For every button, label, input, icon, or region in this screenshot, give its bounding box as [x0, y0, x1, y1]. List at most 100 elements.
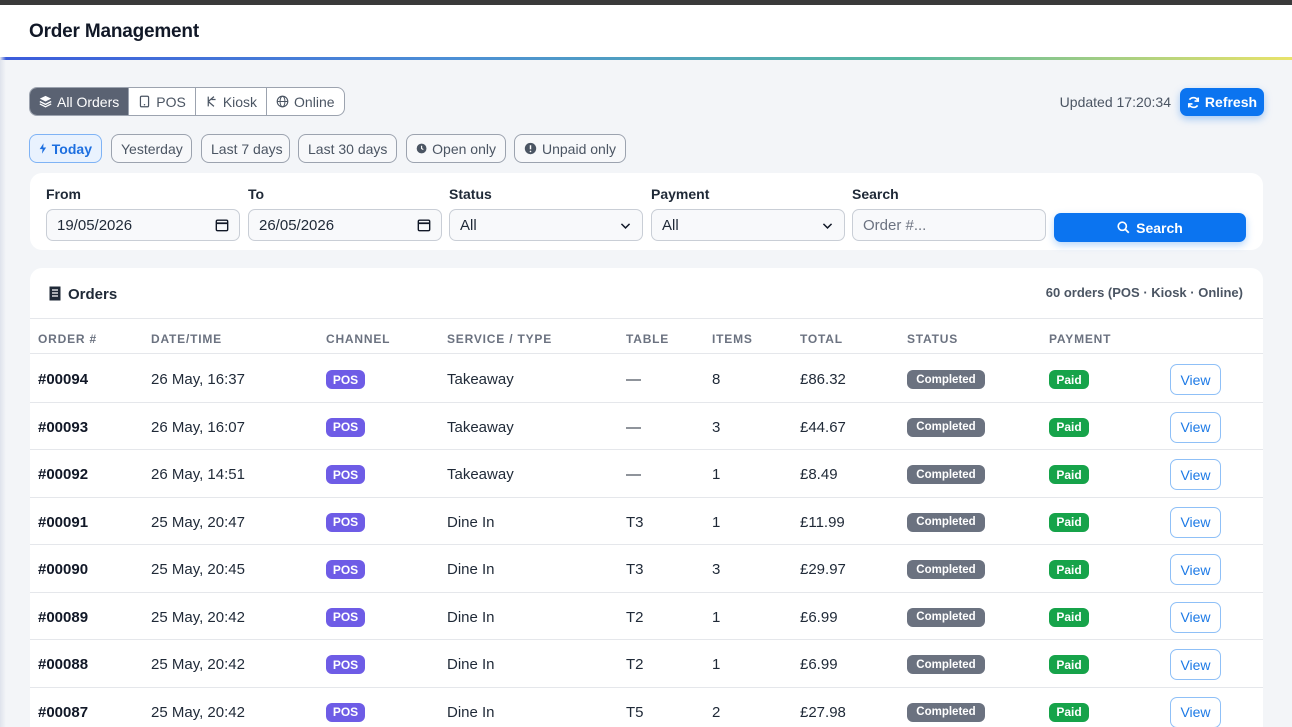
tablet-icon [140, 95, 150, 108]
table-row[interactable]: #00089 25 May, 20:42 POS Dine In T2 1 £6… [30, 593, 1263, 640]
quick-filter-last-7-days[interactable]: Last 7 days [201, 134, 290, 163]
layers-icon [39, 95, 52, 108]
column-header-table[interactable]: TABLE [626, 332, 669, 346]
table-row[interactable]: #00094 26 May, 16:37 POS Takeaway — 8 £8… [30, 355, 1263, 403]
item-count: 8 [712, 371, 721, 388]
status-badge: Completed [907, 607, 985, 627]
payment-badge: Paid [1049, 465, 1089, 484]
quick-filter-label: Last 30 days [308, 140, 388, 157]
payment-badge: Paid [1049, 417, 1089, 437]
search-button-label: Search [1136, 219, 1183, 236]
table-row[interactable]: #00091 25 May, 20:47 POS Dine In T3 1 £1… [30, 498, 1263, 545]
from-date-input[interactable]: 19/05/2026 [46, 209, 240, 241]
order-number: #00094 [38, 371, 89, 388]
order-number: #00093 [38, 418, 89, 436]
order-number: #00090 [38, 561, 89, 578]
to-label: To [248, 186, 265, 202]
search-button[interactable]: Search [1054, 213, 1246, 242]
table-row[interactable]: #00093 26 May, 16:07 POS Takeaway — 3 £4… [30, 403, 1263, 450]
channel-badge: POS [326, 512, 365, 532]
status-badge: Completed [907, 655, 985, 674]
quick-filter-label: Last 7 days [211, 140, 283, 157]
calendar-icon [215, 219, 229, 232]
chevron-down-icon [620, 222, 631, 229]
channel-badge: POS [326, 417, 365, 437]
order-total: £6.99 [800, 656, 838, 673]
item-count: 2 [712, 703, 721, 721]
table-row[interactable]: #00088 25 May, 20:42 POS Dine In T2 1 £6… [30, 640, 1263, 688]
orders-panel-header: Orders 60 orders (POS · Kiosk · Online) [30, 268, 1263, 319]
quick-filter-yesterday[interactable]: Yesterday [111, 134, 192, 163]
page-header: Order Management [0, 5, 1292, 60]
view-order-button[interactable]: View [1170, 411, 1221, 443]
channel-tab-pos[interactable]: POS [129, 88, 196, 115]
channel-tab-label: All Orders [57, 93, 120, 110]
quick-filter-open-only[interactable]: Open only [406, 134, 506, 163]
column-header-status[interactable]: STATUS [907, 332, 958, 346]
column-header-service[interactable]: SERVICE / TYPE [447, 332, 552, 346]
channel-tab-online[interactable]: Online [267, 88, 343, 115]
column-header-order[interactable]: ORDER # [38, 332, 97, 346]
service-type: Dine In [447, 561, 495, 578]
alert-icon [524, 142, 537, 155]
column-header-payment[interactable]: PAYMENT [1049, 332, 1111, 346]
kiosk-icon [207, 96, 216, 107]
order-total: £11.99 [800, 513, 845, 531]
search-input[interactable]: Order #... [852, 209, 1046, 241]
table-row[interactable]: #00092 26 May, 14:51 POS Takeaway — 1 £8… [30, 450, 1263, 498]
view-order-button[interactable]: View [1170, 554, 1221, 585]
clock-icon [416, 143, 427, 154]
search-label: Search [852, 186, 899, 202]
service-type: Dine In [447, 608, 495, 626]
page-title: Order Management [29, 21, 199, 42]
status-badge: Completed [907, 417, 985, 437]
channel-tab-all-orders[interactable]: All Orders [30, 88, 130, 115]
order-datetime: 25 May, 20:42 [151, 703, 245, 721]
column-header-datetime[interactable]: DATE/TIME [151, 332, 222, 346]
channel-badge: POS [326, 702, 365, 722]
table-row[interactable]: #00087 25 May, 20:42 POS Dine In T5 2 £2… [30, 688, 1263, 727]
from-label: From [46, 186, 81, 202]
column-header-total[interactable]: TOTAL [800, 332, 843, 346]
status-badge: Completed [907, 512, 985, 532]
status-badge: Completed [907, 465, 985, 484]
table-row[interactable]: #00090 25 May, 20:45 POS Dine In T3 3 £2… [30, 545, 1263, 593]
table-number: T3 [626, 513, 644, 531]
order-total: £44.67 [800, 418, 846, 436]
globe-icon [276, 95, 289, 108]
last-updated-text: Updated 17:20:34 [1059, 94, 1171, 110]
channel-badge: POS [326, 560, 365, 579]
quick-filter-unpaid-only[interactable]: Unpaid only [514, 134, 626, 163]
view-order-button[interactable]: View [1170, 601, 1221, 633]
quick-filter-last-30-days[interactable]: Last 30 days [298, 134, 397, 163]
payment-select[interactable]: All [651, 209, 845, 241]
from-date-value: 19/05/2026 [57, 216, 133, 234]
order-total: £27.98 [800, 703, 846, 721]
search-placeholder: Order #... [863, 216, 927, 234]
quick-filter-today[interactable]: Today [29, 134, 102, 163]
channel-tab-label: POS [156, 93, 186, 110]
channel-tab-kiosk[interactable]: Kiosk [196, 88, 268, 115]
service-type: Dine In [447, 703, 495, 721]
to-date-input[interactable]: 26/05/2026 [248, 209, 442, 241]
channel-badge: POS [326, 607, 365, 627]
channel-tab-label: Online [294, 93, 335, 110]
view-order-button[interactable]: View [1170, 364, 1221, 395]
item-count: 1 [712, 466, 721, 483]
view-order-button[interactable]: View [1170, 459, 1221, 490]
status-badge: Completed [907, 560, 985, 579]
service-type: Takeaway [447, 418, 514, 436]
status-select[interactable]: All [449, 209, 643, 241]
view-order-button[interactable]: View [1170, 506, 1221, 538]
refresh-button[interactable]: Refresh [1180, 88, 1264, 116]
table-number: — [626, 466, 641, 483]
header-accent-bar [0, 57, 1292, 60]
quick-filter-label: Open only [432, 140, 496, 157]
orders-panel: Orders 60 orders (POS · Kiosk · Online) … [30, 268, 1263, 727]
column-header-channel[interactable]: CHANNEL [326, 332, 390, 346]
view-order-button[interactable]: View [1170, 649, 1221, 680]
view-order-button[interactable]: View [1170, 696, 1221, 727]
status-label: Status [449, 186, 492, 202]
column-header-items[interactable]: ITEMS [712, 332, 753, 346]
table-number: T3 [626, 561, 644, 578]
